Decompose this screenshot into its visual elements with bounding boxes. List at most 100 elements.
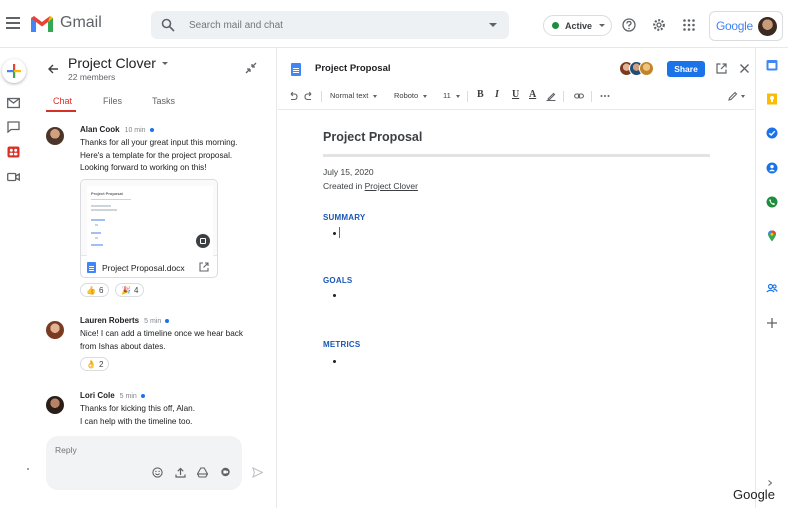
underline-button[interactable]: U [512,89,519,100]
keep-notes-icon[interactable] [766,93,778,105]
undo-icon[interactable] [288,91,298,101]
tab-tasks[interactable]: Tasks [152,96,175,106]
chevron-down-icon[interactable] [741,95,745,98]
online-indicator [140,393,145,398]
attachment-preview-page: Project Proposal [87,186,213,256]
tab-files[interactable]: Files [103,96,122,106]
account-avatar[interactable] [757,16,777,36]
thumbnail-line [91,244,103,246]
italic-button[interactable]: I [495,89,499,100]
reaction-chip[interactable]: 👍 6 [80,283,110,297]
bullet-point[interactable] [333,360,336,363]
send-icon[interactable] [252,467,263,478]
message-body: Thanks for all your great input this mor… [80,137,237,175]
attachment-preview[interactable]: Project Proposal [81,180,217,256]
thumbnail-title: Project Proposal [91,191,123,196]
room-title-text: Project Clover [68,55,156,71]
back-arrow-icon[interactable] [47,63,59,75]
main-menu-icon[interactable] [6,17,20,29]
google-account-label: Google [716,19,753,33]
gmail-chat-window: Gmail Active Google [0,0,788,508]
contacts-icon[interactable] [766,162,778,174]
link-icon[interactable] [574,91,584,101]
collaborator-avatar[interactable] [639,61,654,76]
chevron-right-icon[interactable] [767,480,773,486]
add-icon[interactable] [766,317,778,329]
highlight-pen-icon[interactable] [546,91,556,101]
bullet-point[interactable] [333,294,336,297]
compose-button[interactable] [2,59,26,83]
sender-name: Alan Cook [80,125,120,134]
chevron-down-icon [373,94,378,98]
open-in-new-icon[interactable] [199,262,209,272]
help-icon[interactable] [622,18,636,32]
paragraph-style-select[interactable]: Normal text [330,91,378,100]
edit-pencil-icon[interactable] [728,91,738,101]
more-options-icon[interactable] [600,91,610,101]
section-heading-goals[interactable]: GOALS [323,276,352,285]
avatar[interactable] [46,127,64,145]
search-bar[interactable] [151,11,509,39]
search-input[interactable] [189,19,469,31]
section-heading-metrics[interactable]: METRICS [323,340,360,349]
message-timestamp: 5 min [119,393,137,400]
search-icon[interactable] [161,18,175,32]
drive-icon[interactable] [197,467,208,478]
chevron-down-icon [455,94,460,98]
emoji-icon[interactable] [152,467,163,478]
redo-icon[interactable] [304,91,314,101]
mail-icon[interactable] [7,97,20,109]
upload-icon[interactable] [175,467,186,478]
font-select[interactable]: Roboto [394,91,428,100]
font-size-select[interactable]: 11 [443,91,460,100]
close-icon[interactable] [739,63,750,74]
chevron-down-icon [161,61,168,65]
document-title[interactable]: Project Proposal [323,130,422,144]
copy-icon[interactable] [196,234,210,248]
maps-pin-icon[interactable] [766,230,778,242]
account-switcher[interactable]: Google [709,11,783,41]
avatar[interactable] [46,396,64,414]
chat-icon[interactable] [7,121,20,133]
reaction-count: 4 [133,285,139,295]
section-heading-summary[interactable]: SUMMARY [323,213,365,222]
reaction-chip[interactable]: 🎉 4 [115,283,145,297]
avatar[interactable] [46,321,64,339]
document-panel: Project Proposal Share Normal text Robot… [278,48,754,508]
created-in-label: Created in [323,181,363,191]
calendar-icon[interactable] [766,59,778,71]
share-button[interactable]: Share [667,61,705,77]
meet-video-icon[interactable] [7,171,20,183]
apps-grid-icon[interactable] [682,18,696,32]
gmail-logo[interactable]: Gmail [31,14,102,32]
meet-video-icon[interactable] [220,467,231,478]
tab-chat[interactable]: Chat [53,96,72,106]
phone-icon[interactable] [766,196,778,208]
reaction-chip[interactable]: 👌 2 [80,357,110,371]
formatting-toolbar: Normal text Roboto 11 B I U A [278,87,754,107]
toolbar-divider [563,91,564,102]
attachment-name[interactable]: Project Proposal.docx [102,263,185,273]
reaction-emoji: 👌 [86,359,96,369]
status-selector[interactable]: Active [543,15,612,36]
online-indicator [149,127,154,132]
bold-button[interactable]: B [477,89,484,100]
room-title[interactable]: Project Clover [68,55,168,71]
search-options-icon[interactable] [489,23,497,27]
text-color-button[interactable]: A [529,89,536,100]
collapse-icon[interactable] [245,62,257,74]
file-attachment-card[interactable]: Project Proposal Project Proposal.docx [80,179,218,278]
open-in-new-icon[interactable] [716,63,727,74]
rooms-icon[interactable] [7,146,20,158]
settings-gear-icon[interactable] [652,18,666,32]
bullet-point[interactable] [333,232,336,235]
people-group-icon[interactable] [766,282,778,294]
sender-name: Lori Cole [80,391,115,400]
title-divider [323,154,710,157]
room-link[interactable]: Project Clover [365,181,418,191]
paragraph-style-value: Normal text [330,91,369,100]
tasks-icon[interactable] [766,127,778,139]
reply-input[interactable] [55,445,205,455]
message-timestamp: 5 min [144,318,162,325]
document-date[interactable]: July 15, 2020 [323,167,374,177]
